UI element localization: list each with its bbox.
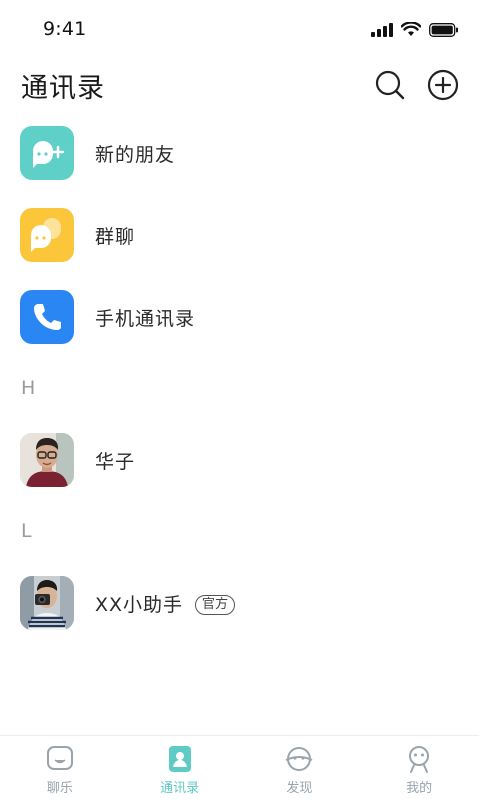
- section-header-l: L: [21, 520, 32, 542]
- list-item-new-friends[interactable]: 新的朋友: [0, 118, 479, 188]
- list-item-phone-contacts[interactable]: 手机通讯录: [0, 282, 479, 352]
- avatar: [20, 433, 74, 487]
- battery-icon: [429, 22, 458, 37]
- tab-label: 通讯录: [160, 781, 200, 796]
- status-bar: 9:41: [0, 0, 479, 56]
- tab-chat[interactable]: 聊乐: [0, 736, 120, 799]
- tab-profile[interactable]: 我的: [359, 736, 479, 799]
- wifi-icon: [401, 22, 421, 36]
- list-item-group-chat[interactable]: 群聊: [0, 200, 479, 270]
- page-title: 通讯录: [21, 73, 105, 104]
- contact-name: XX小助手: [95, 593, 184, 616]
- tab-bar: 聊乐 通讯录 发现 我的: [0, 735, 479, 799]
- add-button[interactable]: [426, 68, 460, 102]
- discover-icon: [285, 747, 313, 771]
- profile-icon: [409, 746, 430, 773]
- section-header-h: H: [21, 377, 36, 399]
- status-time: 9:41: [43, 18, 87, 40]
- official-badge: 官方: [195, 594, 236, 615]
- contact-name: 华子: [95, 450, 136, 473]
- avatar: [20, 576, 74, 630]
- header: 通讯录: [0, 60, 479, 110]
- group-chat-icon: [31, 218, 61, 252]
- list-item-label: 群聊: [95, 225, 136, 248]
- tab-label: 聊乐: [46, 781, 73, 796]
- tab-contacts[interactable]: 通讯录: [120, 736, 240, 799]
- avatar-man-glasses-icon: [20, 433, 74, 487]
- phone-contacts-tile: [20, 290, 74, 344]
- contact-row-huazi[interactable]: 华子: [0, 425, 479, 495]
- tab-label: 发现: [286, 781, 313, 796]
- new-friend-tile: [20, 126, 74, 180]
- avatar-camera-person-icon: [20, 576, 74, 630]
- contact-name-wrap: XX小助手 官方: [95, 590, 236, 617]
- tab-label: 我的: [406, 781, 433, 796]
- list-item-label: 手机通讯录: [95, 307, 196, 330]
- status-icons: [371, 22, 459, 37]
- signal-icon: [371, 22, 393, 37]
- new-friend-icon: [33, 141, 65, 168]
- phone-icon: [34, 304, 61, 330]
- contact-row-assistant[interactable]: XX小助手 官方: [0, 568, 479, 638]
- list-item-label: 新的朋友: [95, 143, 176, 166]
- chat-icon: [46, 746, 73, 770]
- contacts-icon: [168, 746, 191, 772]
- group-chat-tile: [20, 208, 74, 262]
- add-circle-icon: [427, 69, 459, 101]
- search-button[interactable]: [373, 68, 407, 102]
- tab-discover[interactable]: 发现: [240, 736, 360, 799]
- search-icon: [375, 70, 405, 100]
